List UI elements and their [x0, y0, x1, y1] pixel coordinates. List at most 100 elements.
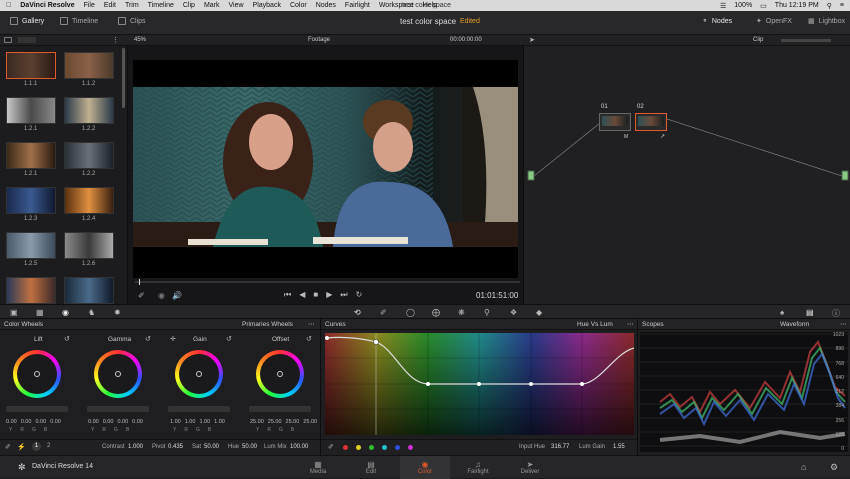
gamma-b[interactable]: 0.00	[132, 419, 143, 425]
auto-balance-icon[interactable]: ✐	[5, 443, 11, 451]
clips-tab[interactable]: Clips	[118, 17, 146, 25]
curves-icon[interactable]: ⟲	[354, 308, 361, 317]
lummix-value[interactable]: 100.00	[290, 444, 308, 450]
menu-mark[interactable]: Mark	[204, 2, 220, 9]
page-2[interactable]: 2	[47, 443, 50, 449]
page-fairlight[interactable]: Fairlight	[458, 469, 498, 475]
wheels-mode[interactable]: Primaries Wheels	[242, 321, 293, 328]
pointer-icon[interactable]: ➤	[529, 36, 535, 44]
sizing-icon[interactable]: ❖	[510, 308, 517, 317]
still-thumb[interactable]	[6, 187, 56, 214]
clip-mode[interactable]: Clip	[753, 37, 763, 43]
menu-clip[interactable]: Clip	[183, 2, 195, 9]
page-media[interactable]: Media	[298, 469, 338, 475]
settings-icon[interactable]: ⚙	[830, 462, 838, 473]
grid-view-icon[interactable]	[4, 37, 12, 43]
still-thumb[interactable]	[64, 97, 114, 124]
gain-handle[interactable]	[196, 371, 202, 377]
home-icon[interactable]: ⌂	[801, 462, 806, 472]
node-02[interactable]	[635, 113, 667, 131]
gain-r[interactable]: 1.00	[185, 419, 196, 425]
auto-icon[interactable]: ⚡	[17, 443, 26, 451]
menu-playback[interactable]: Playback	[253, 2, 281, 9]
menu-file[interactable]: File	[84, 2, 95, 9]
offset-reset-icon[interactable]: ↺	[306, 335, 312, 343]
node-zoom-slider[interactable]	[781, 39, 831, 42]
nodes-tab[interactable]: ⚬ Nodes	[702, 17, 732, 26]
gamma-r[interactable]: 0.00	[103, 419, 114, 425]
app-menu[interactable]: DaVinci Resolve	[20, 2, 74, 9]
go-last-icon[interactable]: ⏭	[340, 290, 347, 300]
resize-icon[interactable]: ↗	[660, 133, 665, 140]
gamma-reset-icon[interactable]: ↺	[145, 335, 151, 343]
still-thumb[interactable]	[6, 232, 56, 259]
options-icon[interactable]: ⋮	[112, 36, 119, 44]
sat-value[interactable]: 50.00	[204, 444, 219, 450]
key-icon[interactable]: ⚲	[484, 308, 490, 317]
contrast-value[interactable]: 1.000	[128, 444, 143, 450]
menu-view[interactable]: View	[229, 2, 244, 9]
wheels-menu-icon[interactable]: ⋯	[308, 320, 315, 328]
offset-g[interactable]: 25.00	[286, 419, 300, 425]
still-thumb[interactable]	[64, 52, 114, 79]
lum-gain-value[interactable]: 1.55	[613, 444, 625, 450]
rgb-mixer-icon[interactable]: ♞	[88, 308, 95, 317]
page-edit[interactable]: Edit	[351, 469, 391, 475]
media-icon[interactable]: ▦	[298, 460, 338, 469]
apple-icon[interactable]: 	[6, 2, 11, 9]
step-back-icon[interactable]: ◀	[299, 290, 305, 300]
lift-g[interactable]: 0.00	[35, 419, 46, 425]
hue-value[interactable]: 50.00	[242, 444, 257, 450]
openfx-tab[interactable]: ✦ OpenFX	[756, 17, 792, 26]
timeline-tab[interactable]: Timeline	[60, 17, 98, 25]
loop-icon[interactable]: ↻	[356, 290, 363, 300]
color-icon[interactable]: ◉	[405, 460, 445, 469]
menu-nodes[interactable]: Nodes	[316, 2, 336, 9]
pivot-value[interactable]: 0.435	[168, 444, 183, 450]
wipe-icon[interactable]: ◉	[158, 291, 165, 300]
scopes-icon[interactable]: ▤	[806, 308, 814, 317]
offset-y[interactable]: 25.00	[250, 419, 264, 425]
lightbox-tab[interactable]: ▦ Lightbox	[808, 17, 845, 26]
offset-b[interactable]: 25.00	[303, 419, 317, 425]
still-thumb[interactable]	[64, 142, 114, 169]
clock[interactable]: Thu 12:19 PM	[775, 2, 819, 9]
gain-g[interactable]: 1.00	[199, 419, 210, 425]
still-thumb[interactable]	[6, 142, 56, 169]
menu-edit[interactable]: Edit	[104, 2, 116, 9]
menu-timeline[interactable]: Timeline	[148, 2, 174, 9]
page-deliver[interactable]: Deliver	[510, 469, 550, 475]
lift-y[interactable]: 0.00	[6, 419, 17, 425]
highlight-tool-icon[interactable]: ✐	[138, 291, 145, 300]
gallery-scrollbar[interactable]	[122, 48, 125, 108]
green-dot[interactable]	[369, 445, 374, 450]
album-selector[interactable]	[18, 37, 36, 43]
offset-master-slider[interactable]	[249, 406, 311, 412]
search-icon[interactable]: ⚲	[827, 2, 832, 10]
keyframes-icon[interactable]: ♠	[780, 308, 784, 317]
gamma-handle[interactable]	[115, 371, 121, 377]
go-first-icon[interactable]: ⏮	[284, 290, 291, 300]
menu-color[interactable]: Color	[290, 2, 307, 9]
red-dot[interactable]	[343, 445, 348, 450]
still-thumb[interactable]	[64, 232, 114, 259]
gain-y[interactable]: 1.00	[170, 419, 181, 425]
magenta-dot[interactable]	[408, 445, 413, 450]
fairlight-icon[interactable]: ♫	[458, 460, 498, 469]
info-icon[interactable]: ⓘ	[832, 308, 840, 319]
still-thumb[interactable]	[6, 52, 56, 79]
zoom-level[interactable]: 45%	[134, 37, 146, 43]
camera-raw-icon[interactable]: ▣	[10, 308, 18, 317]
cyan-dot[interactable]	[382, 445, 387, 450]
still-thumb[interactable]	[6, 277, 56, 304]
gallery-tab[interactable]: Gallery	[10, 17, 44, 25]
gain-b[interactable]: 1.00	[214, 419, 225, 425]
gain-master-slider[interactable]	[168, 406, 230, 412]
stop-icon[interactable]: ■	[313, 290, 318, 300]
menu-icon[interactable]: ≡	[840, 2, 844, 9]
window-icon[interactable]: ◯	[406, 308, 415, 317]
gamma-master-slider[interactable]	[87, 406, 149, 412]
wifi-icon[interactable]: ☰	[720, 2, 726, 10]
menu-fairlight[interactable]: Fairlight	[345, 2, 370, 9]
timecode-top[interactable]: 00:00:00:00	[450, 37, 482, 43]
